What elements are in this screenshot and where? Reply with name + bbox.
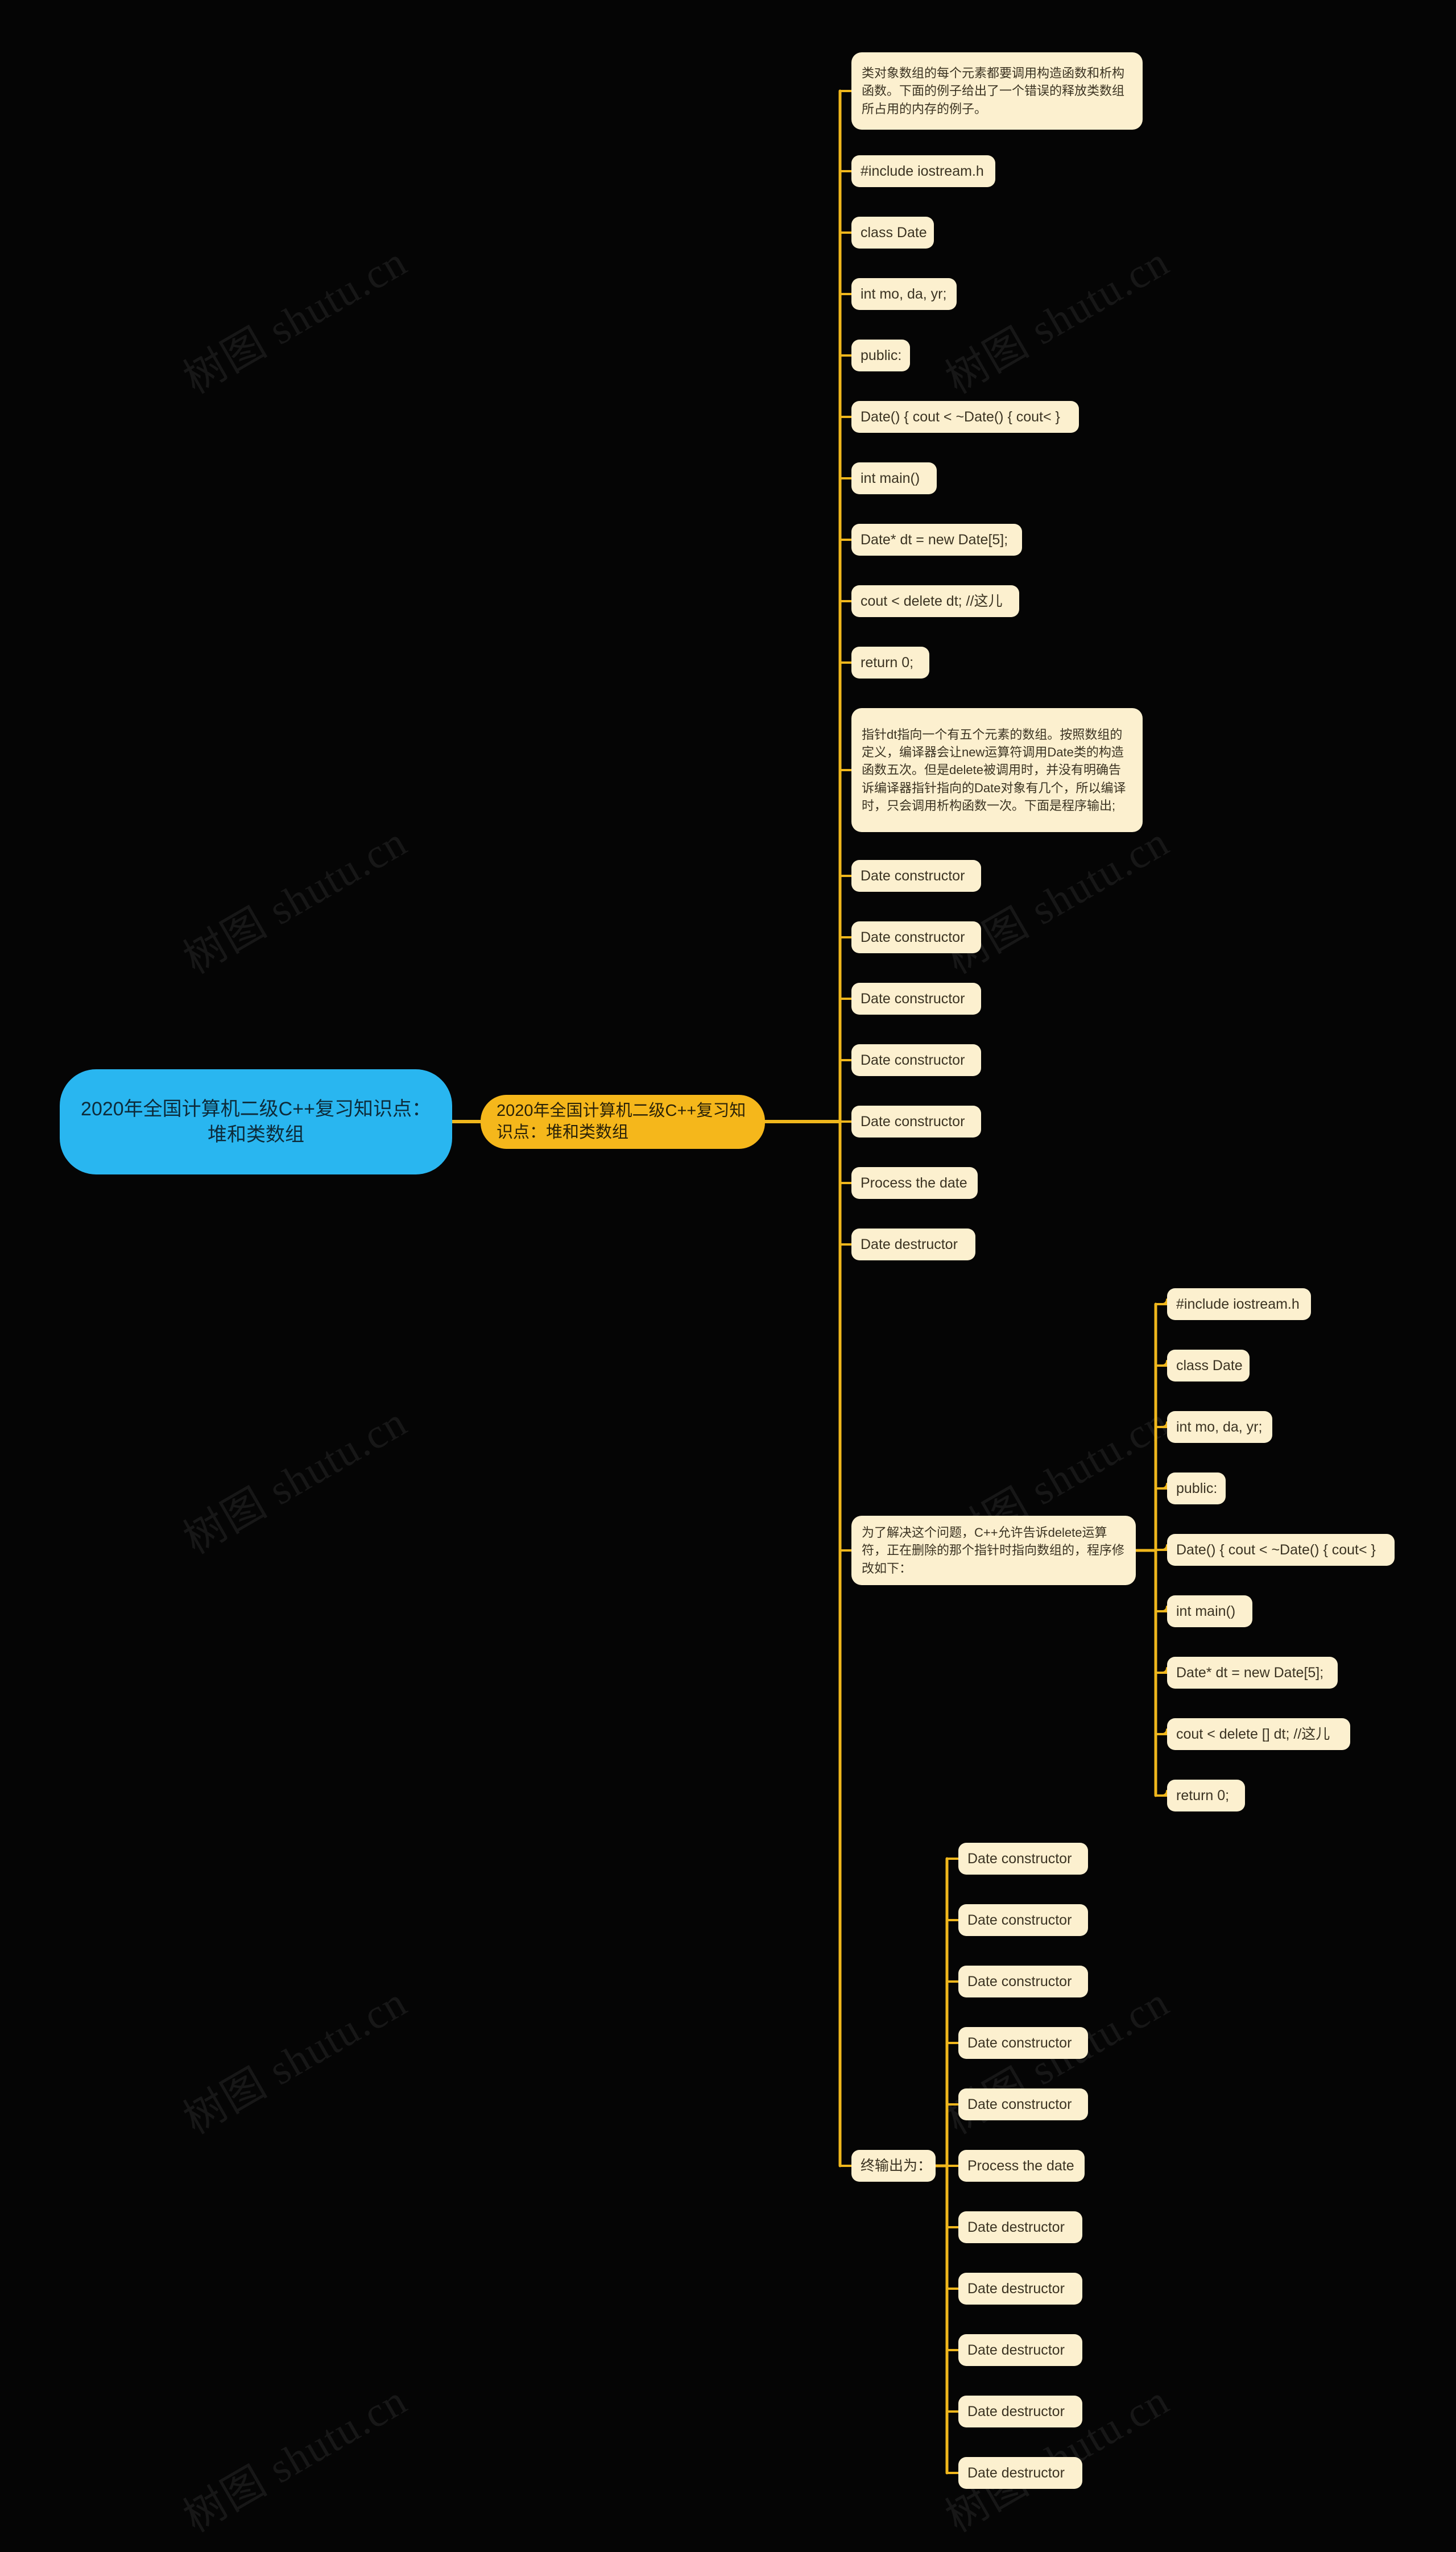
watermark: 树图 shutu.cn	[938, 2376, 1177, 2542]
leaf-text: Date* dt = new Date[5];	[1176, 1664, 1324, 1681]
leaf-text: int main()	[1176, 1603, 1236, 1619]
leaf-text: Process the date	[861, 1174, 967, 1191]
leaf-text: Date destructor	[967, 2342, 1065, 2358]
leaf-text: Date constructor	[967, 1912, 1072, 1928]
leaf-code1-3[interactable]: public:	[851, 340, 910, 371]
branch-node[interactable]: 2020年全国计算机二级C++复习知识点：堆和类数组	[481, 1095, 765, 1149]
leaf-output2-9[interactable]: Date destructor	[958, 2396, 1082, 2427]
leaf-text: class Date	[861, 224, 927, 241]
watermark: 树图 shutu.cn	[176, 1398, 415, 1564]
leaf-code2-8[interactable]: return 0;	[1167, 1780, 1245, 1811]
leaf-text: return 0;	[1176, 1787, 1230, 1804]
leaf-text: class Date	[1176, 1357, 1243, 1374]
leaf-code2-1[interactable]: class Date	[1167, 1350, 1250, 1382]
leaf-text: public:	[861, 347, 902, 363]
leaf-text: cout < delete dt; //这儿	[861, 593, 1003, 609]
leaf-output2-1[interactable]: Date constructor	[958, 1904, 1088, 1936]
leaf-code2-2[interactable]: int mo, da, yr;	[1167, 1411, 1272, 1443]
leaf-text: Date constructor	[967, 2096, 1072, 2112]
leaf-output2-7[interactable]: Date destructor	[958, 2273, 1082, 2305]
leaf-text: Date constructor	[967, 2034, 1072, 2051]
leaf-text: int mo, da, yr;	[861, 286, 947, 302]
leaf-text: Date constructor	[967, 1850, 1072, 1867]
watermark: 树图 shutu.cn	[176, 818, 415, 983]
leaf-output1-3[interactable]: Date constructor	[851, 1044, 981, 1076]
leaf-fix-paragraph[interactable]: 为了解决这个问题，C++允许告诉delete运算符，正在删除的那个指针时指向数组…	[851, 1516, 1136, 1585]
leaf-text: 指针dt指向一个有五个元素的数组。按照数组的定义，编译器会让new运算符调用Da…	[862, 727, 1126, 813]
leaf-text: public:	[1176, 1480, 1218, 1496]
leaf-text: Date constructor	[861, 1052, 965, 1068]
leaf-text: 终输出为：	[861, 2157, 932, 2174]
leaf-text: int mo, da, yr;	[1176, 1418, 1263, 1435]
leaf-output2-6[interactable]: Date destructor	[958, 2211, 1082, 2243]
leaf-text: Date* dt = new Date[5];	[861, 531, 1008, 548]
leaf-output1-4[interactable]: Date constructor	[851, 1106, 981, 1138]
leaf-code2-7[interactable]: cout < delete [] dt; //这儿	[1167, 1718, 1350, 1750]
leaf-output1-2[interactable]: Date constructor	[851, 983, 981, 1015]
leaf-text: Date destructor	[967, 2464, 1065, 2481]
leaf-code2-4[interactable]: Date() { cout < ~Date() { cout< }	[1167, 1534, 1395, 1566]
leaf-code1-7[interactable]: cout < delete dt; //这儿	[851, 585, 1019, 617]
root-node[interactable]: 2020年全国计算机二级C++复习知识点：堆和类数组	[60, 1069, 452, 1174]
leaf-code1-1[interactable]: class Date	[851, 217, 934, 249]
leaf-output2-2[interactable]: Date constructor	[958, 1966, 1088, 1997]
leaf-text: Date constructor	[967, 1973, 1072, 1990]
leaf-text: #include iostream.h	[861, 163, 984, 179]
leaf-output1-1[interactable]: Date constructor	[851, 921, 981, 953]
leaf-text: cout < delete [] dt; //这儿	[1176, 1726, 1330, 1742]
leaf-text: Date destructor	[967, 2403, 1065, 2419]
leaf-output2-5[interactable]: Process the date	[958, 2150, 1085, 2182]
leaf-output1-6[interactable]: Date destructor	[851, 1229, 975, 1260]
leaf-code1-0[interactable]: #include iostream.h	[851, 155, 995, 187]
watermark: 树图 shutu.cn	[176, 2376, 415, 2542]
leaf-text: #include iostream.h	[1176, 1296, 1300, 1312]
leaf-code2-0[interactable]: #include iostream.h	[1167, 1288, 1311, 1320]
leaf-code1-5[interactable]: int main()	[851, 462, 937, 494]
watermark: 树图 shutu.cn	[176, 1978, 415, 2144]
leaf-code2-6[interactable]: Date* dt = new Date[5];	[1167, 1657, 1338, 1689]
leaf-output2-8[interactable]: Date destructor	[958, 2334, 1082, 2366]
leaf-code1-4[interactable]: Date() { cout < ~Date() { cout< }	[851, 401, 1079, 433]
leaf-text: 为了解决这个问题，C++允许告诉delete运算符，正在删除的那个指针时指向数组…	[862, 1525, 1125, 1575]
leaf-text: Date constructor	[861, 929, 965, 945]
leaf-code1-8[interactable]: return 0;	[851, 647, 929, 679]
leaf-text: 类对象数组的每个元素都要调用构造函数和析构函数。下面的例子给出了一个错误的释放类…	[862, 66, 1125, 116]
watermark: 树图 shutu.cn	[938, 238, 1177, 403]
leaf-intro-paragraph[interactable]: 类对象数组的每个元素都要调用构造函数和析构函数。下面的例子给出了一个错误的释放类…	[851, 52, 1143, 130]
leaf-output1-5[interactable]: Process the date	[851, 1167, 978, 1199]
leaf-text: Date destructor	[967, 2280, 1065, 2297]
leaf-code1-6[interactable]: Date* dt = new Date[5];	[851, 524, 1022, 556]
leaf-text: Date destructor	[861, 1236, 958, 1252]
leaf-text: Date constructor	[861, 867, 965, 884]
leaf-output2-3[interactable]: Date constructor	[958, 2027, 1088, 2059]
leaf-output2-4[interactable]: Date constructor	[958, 2088, 1088, 2120]
watermark: 树图 shutu.cn	[938, 818, 1177, 983]
leaf-text: Date constructor	[861, 990, 965, 1007]
leaf-text: int main()	[861, 470, 920, 486]
leaf-text: return 0;	[861, 654, 914, 671]
leaf-output1-0[interactable]: Date constructor	[851, 860, 981, 892]
leaf-text: Date() { cout < ~Date() { cout< }	[1176, 1541, 1376, 1558]
mindmap-canvas: 树图 shutu.cn 树图 shutu.cn 树图 shutu.cn 树图 s…	[0, 0, 1456, 2552]
leaf-text: Date destructor	[967, 2219, 1065, 2235]
leaf-text: Date() { cout < ~Date() { cout< }	[861, 408, 1060, 425]
leaf-text: Process the date	[967, 2157, 1074, 2174]
leaf-code1-2[interactable]: int mo, da, yr;	[851, 278, 957, 310]
leaf-output2-0[interactable]: Date constructor	[958, 1843, 1088, 1875]
leaf-explain-paragraph[interactable]: 指针dt指向一个有五个元素的数组。按照数组的定义，编译器会让new运算符调用Da…	[851, 708, 1143, 832]
leaf-output2-10[interactable]: Date destructor	[958, 2457, 1082, 2489]
root-node-label: 2020年全国计算机二级C++复习知识点：堆和类数组	[81, 1098, 431, 1145]
branch-node-label: 2020年全国计算机二级C++复习知识点：堆和类数组	[497, 1101, 746, 1141]
leaf-code2-3[interactable]: public:	[1167, 1473, 1226, 1504]
leaf-text: Date constructor	[861, 1113, 965, 1130]
leaf-code2-5[interactable]: int main()	[1167, 1595, 1252, 1627]
leaf-final-output-label[interactable]: 终输出为：	[851, 2150, 936, 2182]
watermark: 树图 shutu.cn	[176, 238, 415, 403]
